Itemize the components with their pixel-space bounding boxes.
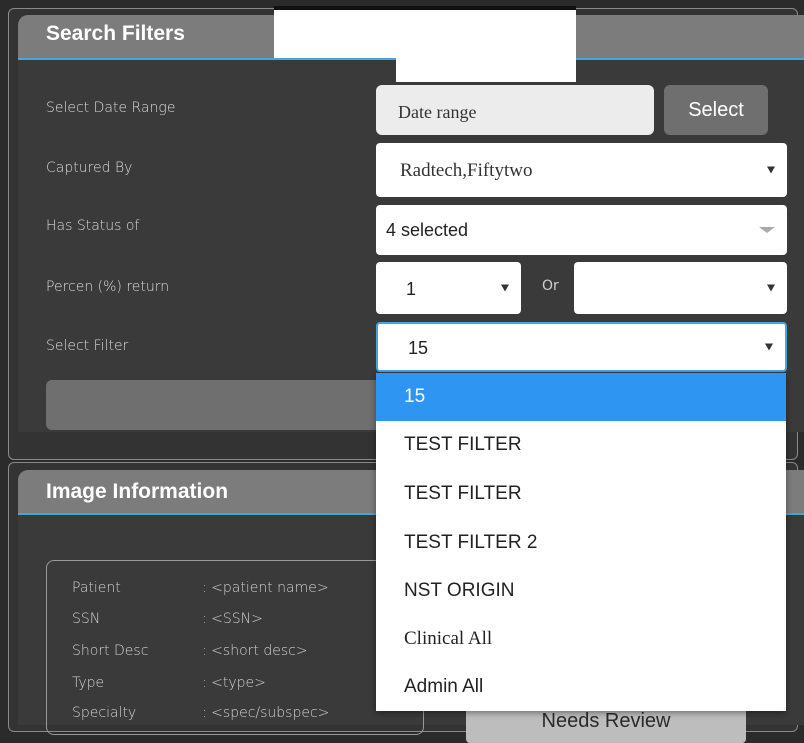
select-filter-dropdown[interactable]: 15 [376, 322, 787, 372]
filter-dropdown-list: 15 TEST FILTER TEST FILTER TEST FILTER 2… [376, 373, 786, 711]
chevron-down-icon [767, 284, 775, 292]
or-select[interactable] [574, 262, 787, 314]
patient-value: : <patient name> [202, 580, 329, 596]
dropdown-option[interactable]: Clinical All [376, 615, 786, 663]
ssn-value: : <SSN> [202, 611, 263, 627]
type-value: : <type> [202, 675, 266, 691]
type-key: Type [72, 675, 105, 691]
dropdown-option[interactable]: NST ORIGIN [376, 567, 786, 615]
dropdown-option[interactable]: TEST FILTER [376, 421, 786, 469]
dropdown-option[interactable]: Admin All [376, 663, 786, 711]
percent-value: 1 [406, 279, 417, 299]
captured-by-label: Captured By [46, 160, 133, 176]
status-value: 4 selected [386, 220, 469, 240]
search-button[interactable] [46, 380, 386, 430]
select-date-button[interactable]: Select [664, 85, 768, 135]
date-range-placeholder: Date range [398, 102, 477, 122]
chevron-down-icon [767, 166, 775, 174]
short-desc-key: Short Desc [72, 643, 149, 659]
specialty-value: : <spec/subspec> [202, 705, 330, 721]
specialty-key: Specialty [72, 705, 137, 721]
date-range-input[interactable]: Date range [376, 85, 654, 135]
captured-by-select[interactable]: Radtech,Fiftytwo [376, 143, 787, 197]
date-range-label: Select Date Range [46, 100, 176, 116]
status-multiselect[interactable]: 4 selected [376, 205, 787, 255]
chevron-down-icon [759, 227, 775, 233]
short-desc-value: : <short desc> [202, 643, 308, 659]
image-information-title: Image Information [46, 480, 229, 503]
ssn-key: SSN [72, 611, 101, 627]
select-filter-label: Select Filter [46, 338, 129, 354]
occlusion-block [274, 10, 576, 58]
dropdown-option[interactable]: TEST FILTER [376, 470, 786, 518]
search-filters-title: Search Filters [46, 22, 185, 45]
or-label: Or [542, 278, 559, 294]
filter-value: 15 [408, 338, 429, 358]
occlusion-block-lower [396, 58, 576, 82]
dropdown-option[interactable]: 15 [376, 373, 786, 421]
captured-by-value: Radtech,Fiftytwo [400, 160, 533, 181]
percent-label: Percen (%) return [46, 279, 170, 295]
patient-key: Patient [72, 580, 121, 596]
percent-return-select[interactable]: 1 [376, 262, 521, 314]
chevron-down-icon [765, 343, 773, 351]
dropdown-option[interactable]: TEST FILTER 2 [376, 519, 786, 567]
status-label: Has Status of [46, 218, 140, 234]
chevron-down-icon [501, 284, 509, 292]
